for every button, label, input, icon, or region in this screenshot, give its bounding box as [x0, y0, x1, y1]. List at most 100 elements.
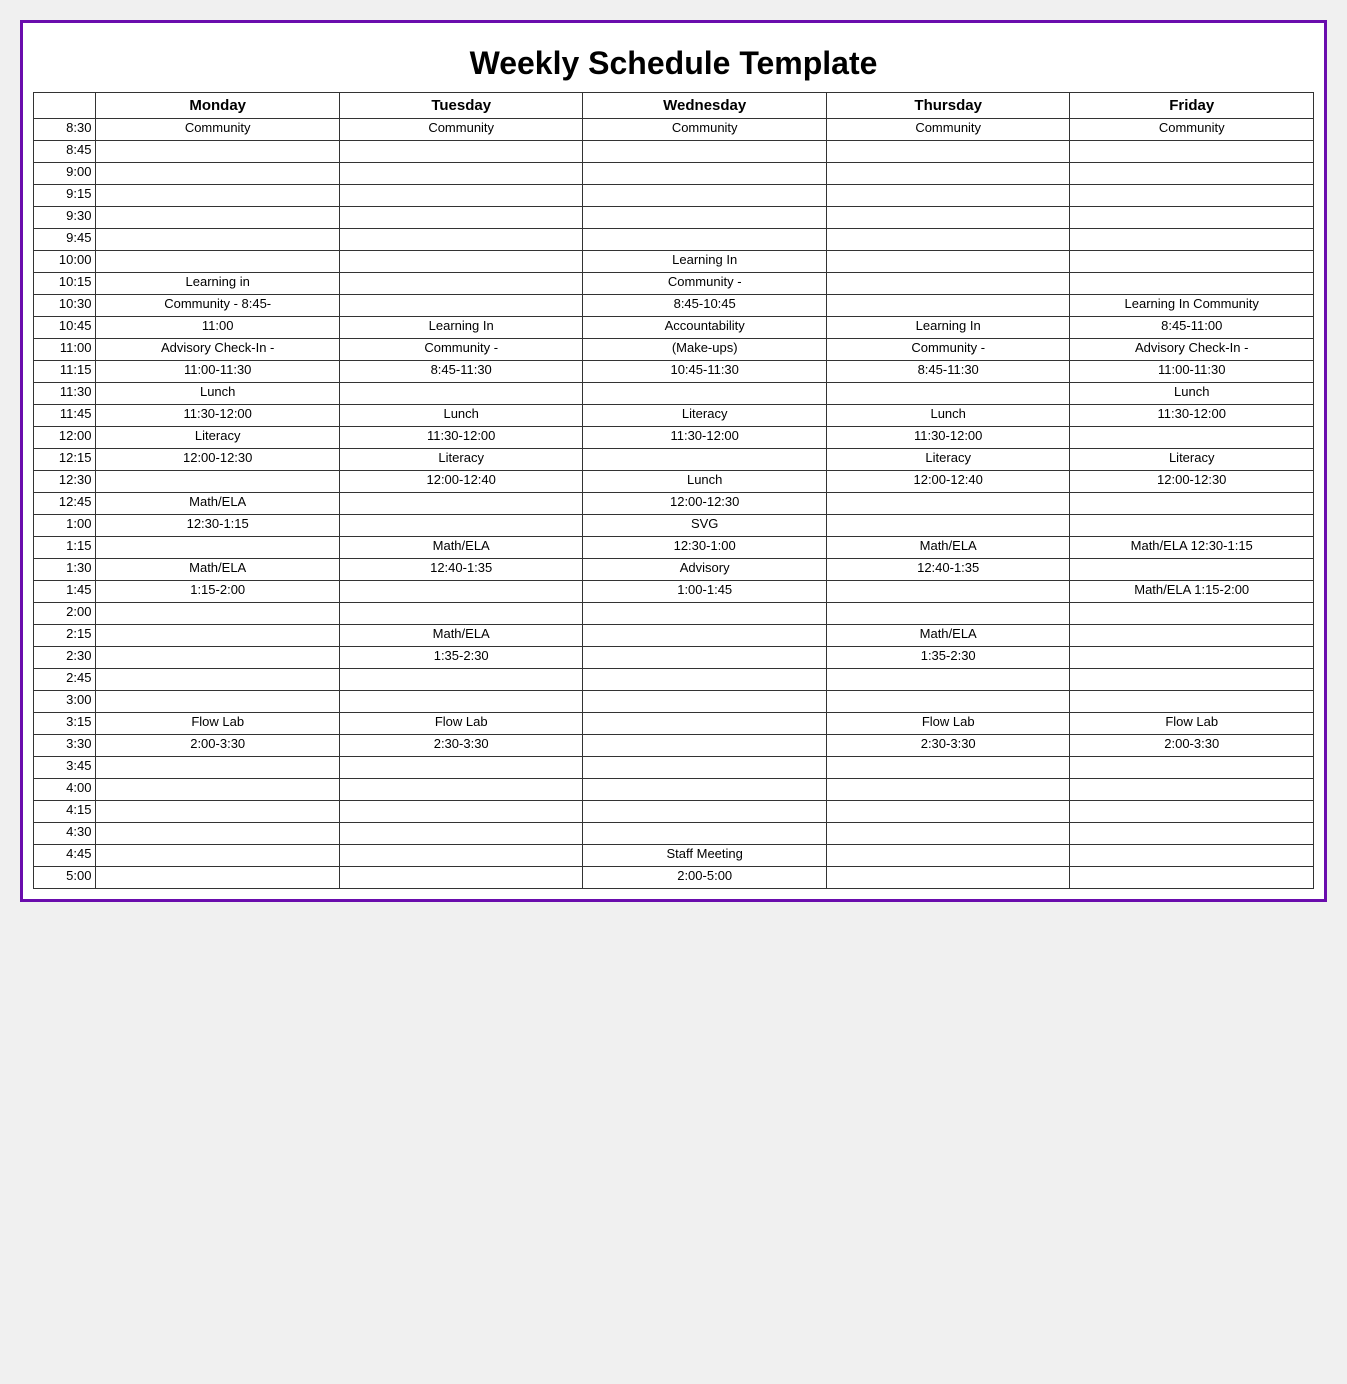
- content-wednesday-17: 12:00-12:30: [587, 494, 822, 511]
- cell-wednesday-14: 11:30-12:00: [583, 427, 827, 449]
- cell-friday-5: [1070, 229, 1314, 251]
- cell-thursday-6: [826, 251, 1070, 273]
- content-monday-20: Math/ELA: [100, 560, 335, 577]
- cell-friday-34: [1070, 867, 1314, 889]
- cell-tuesday-14: 11:30-12:00: [339, 427, 583, 449]
- time-cell: 8:45: [34, 141, 96, 163]
- header-friday: Friday: [1070, 93, 1314, 119]
- cell-monday-20: Math/ELA: [96, 559, 340, 581]
- cell-tuesday-25: [339, 669, 583, 691]
- cell-thursday-20: 12:40-1:35: [826, 559, 1070, 581]
- content-thursday-16: 12:00-12:40: [831, 472, 1066, 489]
- cell-monday-14: Literacy: [96, 427, 340, 449]
- cell-thursday-1: [826, 141, 1070, 163]
- content-friday-19: Math/ELA 12:30-1:15: [1074, 538, 1309, 555]
- cell-wednesday-31: [583, 801, 827, 823]
- cell-tuesday-23: Math/ELA: [339, 625, 583, 647]
- cell-monday-9: 11:00: [96, 317, 340, 339]
- cell-thursday-5: [826, 229, 1070, 251]
- time-cell: 12:45: [34, 493, 96, 515]
- cell-monday-26: [96, 691, 340, 713]
- content-monday-18: 12:30-1:15: [100, 516, 335, 533]
- content-thursday-10: Community -: [831, 340, 1066, 357]
- cell-wednesday-32: [583, 823, 827, 845]
- time-cell: 10:45: [34, 317, 96, 339]
- cell-thursday-26: [826, 691, 1070, 713]
- cell-monday-34: [96, 867, 340, 889]
- cell-wednesday-9: Accountability: [583, 317, 827, 339]
- time-cell: 1:45: [34, 581, 96, 603]
- time-cell: 9:45: [34, 229, 96, 251]
- content-wednesday-18: SVG: [587, 516, 822, 533]
- time-cell: 9:15: [34, 185, 96, 207]
- time-cell: 4:45: [34, 845, 96, 867]
- cell-wednesday-6: Learning In: [583, 251, 827, 273]
- content-monday-8: Community - 8:45-: [100, 296, 335, 313]
- content-wednesday-14: 11:30-12:00: [587, 428, 822, 445]
- content-wednesday-6: Learning In: [587, 252, 822, 269]
- header-wednesday: Wednesday: [583, 93, 827, 119]
- content-tuesday-28: 2:30-3:30: [344, 736, 579, 753]
- cell-thursday-0: Community: [826, 119, 1070, 141]
- content-monday-12: Lunch: [100, 384, 335, 401]
- cell-wednesday-19: 12:30-1:00: [583, 537, 827, 559]
- cell-wednesday-24: [583, 647, 827, 669]
- cell-thursday-31: [826, 801, 1070, 823]
- cell-friday-15: Literacy: [1070, 449, 1314, 471]
- time-cell: 3:15: [34, 713, 96, 735]
- content-tuesday-0: Community: [344, 120, 579, 137]
- cell-tuesday-20: 12:40-1:35: [339, 559, 583, 581]
- cell-wednesday-7: Community -: [583, 273, 827, 295]
- content-friday-13: 11:30-12:00: [1074, 406, 1309, 423]
- content-wednesday-19: 12:30-1:00: [587, 538, 822, 555]
- cell-thursday-34: [826, 867, 1070, 889]
- cell-monday-30: [96, 779, 340, 801]
- content-wednesday-13: Literacy: [587, 406, 822, 423]
- cell-friday-13: 11:30-12:00: [1070, 405, 1314, 427]
- schedule-table: Monday Tuesday Wednesday Thursday Friday…: [33, 92, 1314, 889]
- cell-thursday-18: [826, 515, 1070, 537]
- cell-wednesday-21: 1:00-1:45: [583, 581, 827, 603]
- cell-wednesday-16: Lunch: [583, 471, 827, 493]
- cell-friday-2: [1070, 163, 1314, 185]
- cell-tuesday-10: Community -: [339, 339, 583, 361]
- cell-wednesday-17: 12:00-12:30: [583, 493, 827, 515]
- cell-wednesday-27: [583, 713, 827, 735]
- cell-thursday-9: Learning In: [826, 317, 1070, 339]
- content-friday-8: Learning In Community: [1074, 296, 1309, 313]
- cell-tuesday-0: Community: [339, 119, 583, 141]
- content-tuesday-16: 12:00-12:40: [344, 472, 579, 489]
- cell-thursday-12: [826, 383, 1070, 405]
- cell-tuesday-3: [339, 185, 583, 207]
- cell-tuesday-11: 8:45-11:30: [339, 361, 583, 383]
- cell-friday-33: [1070, 845, 1314, 867]
- content-thursday-28: 2:30-3:30: [831, 736, 1066, 753]
- cell-wednesday-18: SVG: [583, 515, 827, 537]
- cell-tuesday-18: [339, 515, 583, 537]
- cell-monday-28: 2:00-3:30: [96, 735, 340, 757]
- content-thursday-13: Lunch: [831, 406, 1066, 423]
- cell-friday-17: [1070, 493, 1314, 515]
- cell-friday-20: [1070, 559, 1314, 581]
- cell-monday-0: Community: [96, 119, 340, 141]
- cell-friday-29: [1070, 757, 1314, 779]
- content-friday-11: 11:00-11:30: [1074, 362, 1309, 379]
- cell-friday-4: [1070, 207, 1314, 229]
- content-friday-16: 12:00-12:30: [1074, 472, 1309, 489]
- time-cell: 9:00: [34, 163, 96, 185]
- cell-wednesday-2: [583, 163, 827, 185]
- content-tuesday-9: Learning In: [344, 318, 579, 335]
- cell-tuesday-34: [339, 867, 583, 889]
- content-monday-13: 11:30-12:00: [100, 406, 335, 423]
- cell-thursday-15: Literacy: [826, 449, 1070, 471]
- cell-tuesday-27: Flow Lab: [339, 713, 583, 735]
- cell-thursday-28: 2:30-3:30: [826, 735, 1070, 757]
- cell-wednesday-12: [583, 383, 827, 405]
- cell-tuesday-12: [339, 383, 583, 405]
- cell-tuesday-24: 1:35-2:30: [339, 647, 583, 669]
- time-cell: 1:30: [34, 559, 96, 581]
- cell-monday-32: [96, 823, 340, 845]
- time-cell: 4:00: [34, 779, 96, 801]
- cell-monday-16: [96, 471, 340, 493]
- content-monday-28: 2:00-3:30: [100, 736, 335, 753]
